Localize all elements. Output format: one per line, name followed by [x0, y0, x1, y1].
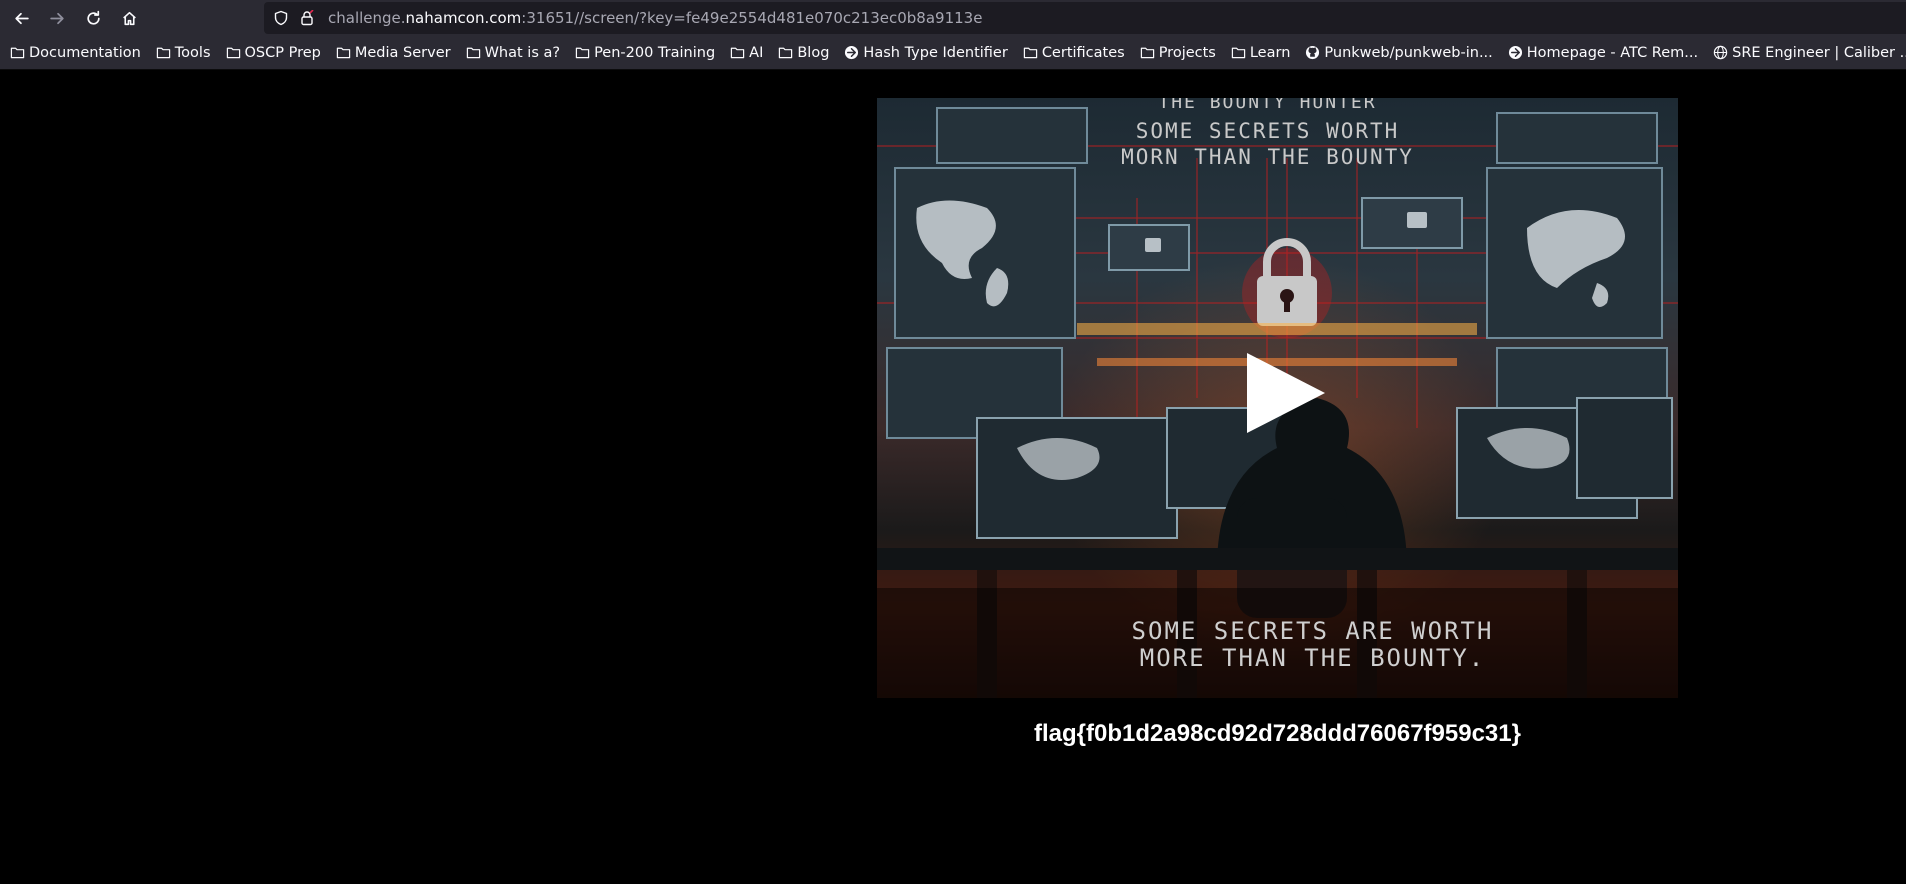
folder-icon: [730, 45, 745, 60]
url-bar[interactable]: challenge.nahamcon.com:31651//screen/?ke…: [264, 2, 1906, 34]
bookmark-label: Punkweb/punkweb-in...: [1324, 44, 1493, 61]
tracking-protection-shield-icon[interactable]: [273, 10, 289, 26]
bookmark-item[interactable]: Media Server: [326, 40, 456, 66]
reload-button[interactable]: [75, 0, 111, 36]
poster-top-title: THE BOUNTY HUNTER: [1158, 98, 1377, 113]
bookmark-item[interactable]: Blog: [768, 40, 834, 66]
site-icon: [844, 45, 859, 60]
bookmark-item[interactable]: Punkweb/punkweb-in...: [1295, 40, 1497, 66]
folder-icon: [1231, 45, 1246, 60]
bookmark-item[interactable]: Tools: [146, 40, 216, 66]
bookmark-item[interactable]: Homepage - ATC Rem...: [1498, 40, 1703, 66]
folder-icon: [226, 45, 241, 60]
folder-icon: [1023, 45, 1038, 60]
back-button[interactable]: [3, 0, 39, 36]
bookmark-label: OSCP Prep: [244, 44, 321, 61]
bookmark-label: Projects: [1158, 44, 1216, 61]
poster-bottom-tagline-line1: SOME SECRETS ARE WORTH: [1131, 617, 1494, 645]
bookmark-item[interactable]: Projects: [1130, 40, 1221, 66]
bookmark-item[interactable]: Pen-200 Training: [565, 40, 720, 66]
bookmark-label: SRE Engineer | Caliber ...: [1732, 44, 1906, 61]
poster-bottom-tagline: SOME SECRETS ARE WORTH MORE THAN THE BOU…: [912, 618, 1678, 672]
folder-icon: [1140, 45, 1155, 60]
arrow-left-icon: [14, 12, 29, 24]
bookmark-label: Tools: [174, 44, 211, 61]
bookmark-item[interactable]: Certificates: [1013, 40, 1130, 66]
bookmark-label: Hash Type Identifier: [863, 44, 1008, 61]
bookmark-item[interactable]: SRE Engineer | Caliber ...: [1703, 40, 1906, 66]
bookmark-label: Certificates: [1041, 44, 1125, 61]
bookmark-label: Learn: [1249, 44, 1291, 61]
poster-top-tagline-line2: MORN THAN THE BOUNTY: [1121, 145, 1414, 169]
folder-icon: [575, 45, 590, 60]
bookmark-label: Media Server: [354, 44, 451, 61]
lock-icon[interactable]: [299, 10, 315, 26]
page-content: THE BOUNTY HUNTER SOME SECRETS WORTH MOR…: [0, 70, 1906, 884]
play-icon[interactable]: [1237, 348, 1327, 438]
bookmark-label: Pen-200 Training: [594, 44, 716, 61]
bookmark-label: Homepage - ATC Rem...: [1526, 44, 1699, 61]
folder-icon: [10, 45, 25, 60]
bookmark-item[interactable]: Learn: [1221, 40, 1296, 66]
browser-toolbar: challenge.nahamcon.com:31651//screen/?ke…: [0, 0, 1906, 36]
github-icon: [1305, 45, 1320, 60]
video-player[interactable]: THE BOUNTY HUNTER SOME SECRETS WORTH MOR…: [877, 98, 1678, 698]
bookmark-item[interactable]: Documentation: [0, 40, 146, 66]
bookmark-item[interactable]: AI: [720, 40, 768, 66]
bookmark-item[interactable]: OSCP Prep: [216, 40, 326, 66]
folder-icon: [466, 45, 481, 60]
url-text[interactable]: challenge.nahamcon.com:31651//screen/?ke…: [328, 9, 982, 27]
bookmark-item[interactable]: What is a?: [456, 40, 565, 66]
reload-icon: [86, 10, 100, 25]
bookmark-item[interactable]: Hash Type Identifier: [834, 40, 1012, 66]
bookmark-label: AI: [749, 44, 764, 61]
home-button[interactable]: [111, 0, 147, 36]
folder-icon: [336, 45, 351, 60]
poster-top-tagline-line1: SOME SECRETS WORTH: [1135, 119, 1400, 143]
site-icon: [1508, 45, 1523, 60]
poster-top-tagline: SOME SECRETS WORTH MORN THAN THE BOUNTY: [877, 118, 1668, 170]
bookmark-label: Blog: [797, 44, 830, 61]
poster-bottom-tagline-line2: MORE THAN THE BOUNTY.: [1139, 644, 1486, 672]
arrow-right-icon: [49, 12, 64, 24]
folder-icon: [778, 45, 793, 60]
home-icon: [122, 11, 136, 25]
folder-icon: [156, 45, 171, 60]
flag-text: flag{f0b1d2a98cd92d728ddd76067f959c31}: [1034, 720, 1521, 747]
globe-icon: [1713, 45, 1728, 60]
forward-button[interactable]: [39, 0, 75, 36]
bookmarks-bar: Documentation Tools OSCP Prep Media Server W…: [0, 36, 1906, 70]
bookmark-label: Documentation: [29, 44, 141, 61]
bookmark-label: What is a?: [484, 44, 561, 61]
